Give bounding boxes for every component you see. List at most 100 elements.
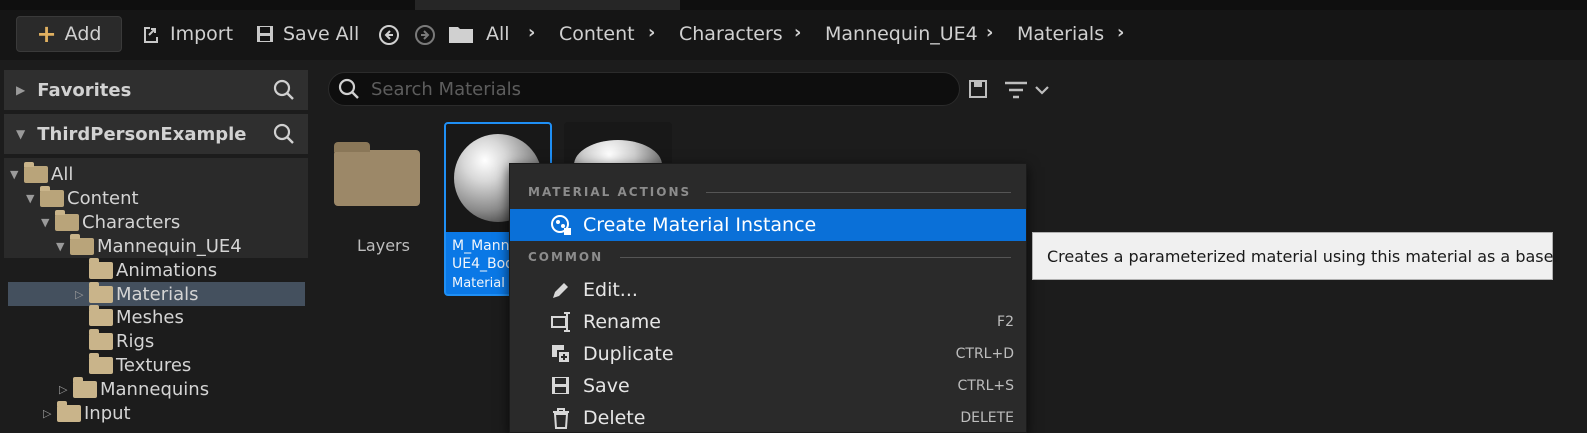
asset-folder-layers[interactable] (334, 140, 420, 206)
breadcrumb-chevron-icon[interactable]: › (648, 22, 655, 43)
section-header-material-actions: MATERIAL ACTIONS (528, 185, 692, 199)
save-icon (552, 377, 569, 394)
collapsed-arrow-icon[interactable]: ▷ (59, 383, 73, 396)
material-instance-icon (551, 215, 571, 235)
menu-item-save[interactable]: Save CTRL+S (510, 370, 1026, 402)
menu-item-label: Create Material Instance (583, 214, 817, 236)
menu-item-delete[interactable]: Delete DELETE (510, 402, 1026, 433)
folder-icon (57, 400, 81, 422)
import-button[interactable]: Import (140, 16, 233, 52)
search-input[interactable]: Search Materials (328, 72, 960, 106)
pencil-icon (553, 283, 568, 298)
import-label: Import (170, 23, 234, 45)
tree-label: Rigs (116, 330, 155, 352)
folder-icon (449, 27, 473, 43)
menu-item-label: Duplicate (583, 343, 674, 365)
collapsed-arrow-icon[interactable]: ▷ (43, 407, 57, 420)
section-header-common: COMMON (528, 250, 604, 264)
save-search-icon[interactable] (969, 80, 987, 98)
tree-item-meshes[interactable]: Meshes (75, 304, 184, 329)
tree-item-mannequins[interactable]: ▷ Mannequins (59, 376, 210, 401)
expanded-arrow-icon[interactable]: ▼ (56, 240, 70, 253)
breadcrumb-materials[interactable]: Materials (1017, 16, 1104, 52)
material-name-line2: UE4_Bod (452, 256, 515, 272)
tree-item-rigs[interactable]: Rigs (75, 328, 155, 353)
tree-item-all[interactable]: ▼ All (10, 161, 74, 186)
asset-folder-label: Layers (357, 236, 410, 255)
expanded-arrow-icon[interactable]: ▼ (26, 192, 40, 205)
menu-item-label: Rename (583, 311, 661, 333)
folder-icon (89, 328, 113, 350)
favorites-header[interactable]: ▶ Favorites (4, 70, 308, 110)
section-divider (620, 257, 1011, 258)
trash-icon (553, 408, 569, 429)
folder-open-icon (70, 233, 94, 255)
duplicate-icon (552, 345, 571, 364)
search-icon (338, 78, 359, 99)
favorites-label: Favorites (37, 79, 132, 101)
material-type: Material (452, 276, 505, 291)
tree-item-materials[interactable]: ▷ Materials (75, 281, 199, 306)
filter-icon[interactable] (1004, 80, 1052, 100)
menu-item-duplicate[interactable]: Duplicate CTRL+D (510, 338, 1026, 370)
tree-label: Mannequin_UE4 (97, 235, 242, 257)
tree-item-content[interactable]: ▼ Content (26, 185, 139, 210)
tree-label: All (51, 163, 74, 185)
expanded-arrow-icon: ▼ (16, 127, 26, 141)
menu-item-rename[interactable]: Rename F2 (510, 306, 1026, 338)
folder-icon (89, 257, 113, 279)
folder-open-icon (40, 185, 64, 207)
menu-item-label: Delete (583, 407, 646, 429)
add-button[interactable]: + Add (16, 16, 122, 52)
breadcrumb-chevron-icon[interactable]: › (1117, 22, 1124, 43)
collapsed-arrow-icon[interactable]: ▷ (75, 288, 89, 301)
tree-label: Meshes (116, 306, 184, 328)
tree-label: Characters (82, 211, 181, 233)
material-name-line1: M_Mann (452, 238, 510, 254)
tree-label: Content (67, 187, 139, 209)
folder-open-icon (55, 209, 79, 231)
project-header[interactable]: ▼ ThirdPersonExample (4, 114, 308, 154)
tree-label: Animations (116, 259, 218, 281)
folder-icon (334, 142, 420, 206)
breadcrumb-chevron-icon[interactable]: › (528, 22, 535, 43)
expanded-arrow-icon[interactable]: ▼ (41, 216, 55, 229)
save-all-button[interactable]: Save All (255, 16, 359, 52)
tree-item-mannequin-ue4[interactable]: ▼ Mannequin_UE4 (56, 233, 242, 258)
project-label: ThirdPersonExample (37, 123, 247, 145)
breadcrumb-chevron-icon[interactable]: › (986, 22, 993, 43)
menu-item-label: Edit... (583, 279, 638, 301)
folder-icon (73, 376, 97, 398)
expanded-arrow-icon[interactable]: ▼ (10, 168, 24, 181)
menu-shortcut: DELETE (960, 410, 1014, 426)
search-placeholder: Search Materials (371, 78, 522, 100)
tree-item-animations[interactable]: Animations (75, 257, 218, 282)
breadcrumb-content[interactable]: Content (559, 16, 635, 52)
folder-icon (89, 304, 113, 326)
tree-item-input[interactable]: ▷ Input (43, 400, 131, 425)
forward-icon[interactable] (414, 24, 436, 46)
plus-icon: + (36, 20, 57, 48)
add-label: Add (64, 23, 102, 45)
rename-icon (551, 312, 570, 332)
tree-item-textures[interactable]: Textures (75, 352, 191, 377)
menu-item-edit[interactable]: Edit... (510, 274, 1026, 306)
active-tab-strip[interactable] (415, 0, 680, 10)
tree-label: Mannequins (100, 378, 210, 400)
save-all-icon (257, 26, 273, 42)
search-icon[interactable] (272, 78, 296, 102)
collapsed-arrow-icon: ▶ (16, 83, 26, 97)
breadcrumb-characters[interactable]: Characters (679, 16, 783, 52)
tree-item-characters[interactable]: ▼ Characters (41, 209, 181, 234)
folder-icon (89, 281, 113, 303)
breadcrumb-all[interactable]: All (486, 16, 510, 52)
back-icon[interactable] (378, 24, 400, 46)
content-browser-toolbar: + Add Import Save All All › Content › Ch… (0, 10, 1587, 60)
breadcrumb-chevron-icon[interactable]: › (794, 22, 801, 43)
folder-icon (89, 352, 113, 374)
breadcrumb-mannequin[interactable]: Mannequin_UE4 (825, 16, 978, 52)
search-icon[interactable] (272, 122, 296, 146)
menu-item-create-material-instance[interactable]: Create Material Instance (510, 209, 1026, 241)
context-menu: MATERIAL ACTIONS Create Material Instanc… (509, 163, 1027, 433)
folder-open-icon (24, 161, 48, 183)
